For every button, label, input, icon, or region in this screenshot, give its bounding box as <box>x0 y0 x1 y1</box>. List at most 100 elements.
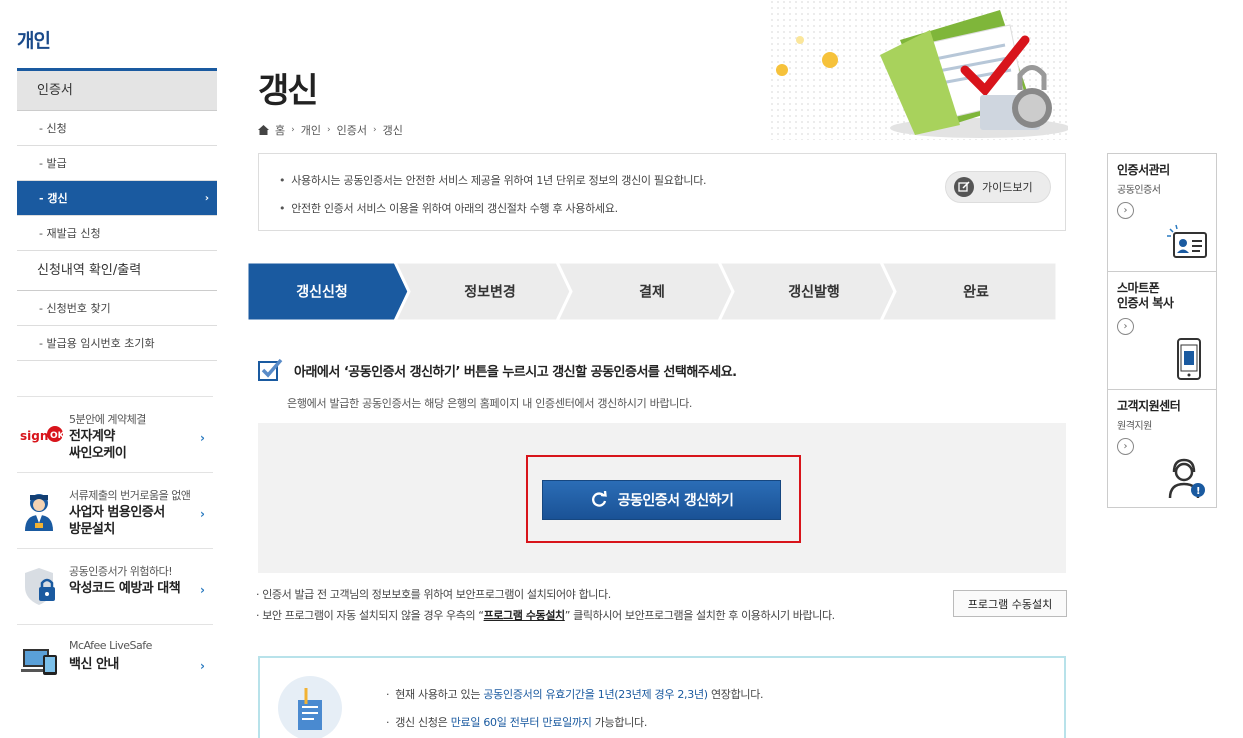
arrow-circle-icon: › <box>1117 318 1134 335</box>
banner-title: 전자계약 싸인오케이 <box>69 428 127 462</box>
banner-sign-ok[interactable]: sign OK 5분안에 계약체결 전자계약 싸인오케이 › <box>17 396 213 472</box>
nav-item-renew-label: - 갱신 <box>39 192 68 205</box>
breadcrumb-cert[interactable]: 인증서 <box>337 122 367 138</box>
nav-item-reset-temp[interactable]: - 발급용 임시번호 초기화 <box>17 326 217 361</box>
hero-illustration <box>770 0 1068 140</box>
id-card-icon <box>1167 224 1207 258</box>
breadcrumb-personal[interactable]: 개인 <box>301 122 321 138</box>
checkbox-icon <box>258 358 283 381</box>
sign-ok-logo: sign OK <box>20 426 63 443</box>
notice-line: 사용하시는 공동인증서는 안전한 서비스 제공을 위하여 1년 단위로 정보의 … <box>279 172 706 188</box>
side-banners: sign OK 5분안에 계약체결 전자계약 싸인오케이 › 서류제출의 번거로… <box>17 396 213 700</box>
banner-small-text: McAfee LiveSafe <box>69 639 152 652</box>
banner-mcafee[interactable]: McAfee LiveSafe 백신 안내 › <box>17 624 213 700</box>
clipboard-icon <box>278 676 342 738</box>
info-box: 현재 사용하고 있는 공동인증서의 유효기간을 1년(23년제 경우 2,3년)… <box>258 656 1066 738</box>
chevron-right-icon: › <box>200 659 205 673</box>
quick-menu: 인증서관리 공동인증서 › 스마트폰 인증서 복사 › 고객지원센터 원격지원 … <box>1107 153 1217 508</box>
info-line1-highlight: 공동인증서의 유효기간을 1년(23년제 경우 2,3년) <box>483 688 708 701</box>
breadcrumb-separator-icon: › <box>291 125 295 135</box>
quick-subtitle: 원격지원 <box>1117 421 1152 432</box>
guide-button-label: 가이드보기 <box>982 181 1033 194</box>
quick-title-line2: 인증서 복사 <box>1117 296 1174 310</box>
guide-button[interactable]: 가이드보기 <box>945 171 1051 203</box>
breadcrumb-separator-icon: › <box>372 125 377 135</box>
nav-item-renew[interactable]: - 갱신 › <box>17 181 217 216</box>
manual-install-link[interactable]: 프로그램 수동설치 <box>484 609 566 622</box>
nav-item-issue[interactable]: - 발급 <box>17 146 217 181</box>
info-line1-post: 연장합니다. <box>707 688 764 701</box>
nav-history-header[interactable]: 신청내역 확인/출력 <box>17 251 217 291</box>
quick-subtitle: 공동인증서 <box>1117 185 1161 196</box>
quick-customer-support[interactable]: 고객지원센터 원격지원 › ! <box>1108 390 1216 508</box>
info-line2-post: 가능합니다. <box>591 716 648 729</box>
step-label-1: 갱신신청 <box>296 284 348 301</box>
notice-list: 사용하시는 공동인증서는 안전한 서비스 제공을 위하여 1년 단위로 정보의 … <box>279 172 706 228</box>
step-label-3: 결제 <box>639 284 665 301</box>
agent-person-icon <box>25 494 53 531</box>
nav-item-find-number[interactable]: - 신청번호 찾기 <box>17 291 217 326</box>
shield-lock-icon <box>25 568 55 605</box>
banner-title: 사업자 범용인증서 방문설치 <box>69 504 165 538</box>
warning-line1: · 인증서 발급 전 고객님의 정보보호를 위하여 보안프로그램이 설치되어야 … <box>256 588 611 601</box>
chevron-right-icon: › <box>204 193 209 204</box>
banner-title-line2: 방문설치 <box>69 522 115 537</box>
quick-title-line1: 스마트폰 <box>1117 281 1160 295</box>
quick-smartphone-copy[interactable]: 스마트폰 인증서 복사 › <box>1108 272 1216 390</box>
svg-text:sign: sign <box>20 429 48 443</box>
headset-support-icon: ! <box>1168 458 1205 499</box>
chevron-right-icon: › <box>200 431 205 445</box>
banner-malware[interactable]: 공동인증서가 위험하다! 악성코드 예방과 대책 › <box>17 548 213 624</box>
quick-cert-manage[interactable]: 인증서관리 공동인증서 › <box>1108 154 1216 272</box>
info-line2-pre: 갱신 신청은 <box>395 716 451 729</box>
banner-title-line1: 백신 안내 <box>69 657 119 672</box>
svg-text:OK: OK <box>50 431 63 441</box>
edit-icon <box>954 177 974 197</box>
nav-item-reissue[interactable]: - 재발급 신청 <box>17 216 217 251</box>
manual-install-button[interactable]: 프로그램 수동설치 <box>953 590 1067 617</box>
info-line2-highlight: 만료일 60일 전부터 만료일까지 <box>450 716 592 729</box>
step-progress-svg: 갱신신청 정보변경 결제 갱신발행 완료 <box>245 260 1059 323</box>
renew-cert-button-label: 공동인증서 갱신하기 <box>617 493 734 509</box>
banner-title-line1: 악성코드 예방과 대책 <box>69 581 181 596</box>
nav-item-apply[interactable]: - 신청 <box>17 111 217 146</box>
banner-title-line1: 전자계약 <box>69 429 115 444</box>
site-title[interactable]: 개인 <box>17 26 51 53</box>
home-icon[interactable] <box>258 125 269 135</box>
notice-line: 안전한 인증서 서비스 이용을 위하여 아래의 갱신절차 수행 후 사용하세요. <box>279 200 706 216</box>
arrow-circle-icon: › <box>1117 202 1134 219</box>
nav-cert-header[interactable]: 인증서 <box>17 71 217 111</box>
info-line1: 현재 사용하고 있는 공동인증서의 유효기간을 1년(23년제 경우 2,3년)… <box>386 686 763 702</box>
refresh-icon <box>591 491 607 507</box>
devices-icon <box>21 649 57 675</box>
warning-line2-pre: · 보안 프로그램이 자동 설치되지 않을 경우 우측의 “ <box>256 609 484 622</box>
svg-text:!: ! <box>1196 486 1201 497</box>
step-label-4: 갱신발행 <box>788 284 840 301</box>
breadcrumb-separator-icon: › <box>326 125 331 135</box>
banner-small-text: 공동인증서가 위험하다! <box>69 565 173 578</box>
page-title: 갱신 <box>258 71 319 111</box>
instruction-main: 아래에서 ‘공동인증서 갱신하기’ 버튼을 누르시고 갱신할 공동인증서를 선택… <box>294 364 737 380</box>
quick-title: 스마트폰 인증서 복사 <box>1117 281 1174 311</box>
instruction: 아래에서 ‘공동인증서 갱신하기’ 버튼을 누르시고 갱신할 공동인증서를 선택… <box>258 358 737 382</box>
warning-line2-post: ” 클릭하시어 보안프로그램을 설치한 후 이용하시기 바랍니다. <box>564 609 835 622</box>
quick-title: 고객지원센터 <box>1117 399 1181 413</box>
banner-small-text: 서류제출의 번거로움을 없앤 <box>69 489 191 502</box>
step-progress: 갱신신청 정보변경 결제 갱신발행 완료 <box>245 260 1059 323</box>
chevron-right-icon: › <box>200 507 205 521</box>
breadcrumb: 홈 › 개인 › 인증서 › 갱신 <box>258 122 403 138</box>
chevron-right-icon: › <box>200 583 205 597</box>
step-label-2: 정보변경 <box>464 284 516 301</box>
banner-business-cert[interactable]: 서류제출의 번거로움을 없앤 사업자 범용인증서 방문설치 › <box>17 472 213 548</box>
banner-small-text: 5분안에 계약체결 <box>69 413 146 426</box>
notice-box: 사용하시는 공동인증서는 안전한 서비스 제공을 위하여 1년 단위로 정보의 … <box>258 153 1066 231</box>
renew-cert-button[interactable]: 공동인증서 갱신하기 <box>542 480 781 520</box>
banner-title-line1: 사업자 범용인증서 <box>69 505 165 520</box>
arrow-circle-icon: › <box>1117 438 1134 455</box>
quick-title: 인증서관리 <box>1117 163 1170 177</box>
security-warning: · 인증서 발급 전 고객님의 정보보호를 위하여 보안프로그램이 설치되어야 … <box>256 584 835 626</box>
left-nav: 인증서 - 신청 - 발급 - 갱신 › - 재발급 신청 신청내역 확인/출력… <box>17 68 217 361</box>
breadcrumb-home[interactable]: 홈 <box>275 122 285 138</box>
info-line2: 갱신 신청은 만료일 60일 전부터 만료일까지 가능합니다. <box>386 714 763 730</box>
info-list: 현재 사용하고 있는 공동인증서의 유효기간을 1년(23년제 경우 2,3년)… <box>386 686 763 738</box>
